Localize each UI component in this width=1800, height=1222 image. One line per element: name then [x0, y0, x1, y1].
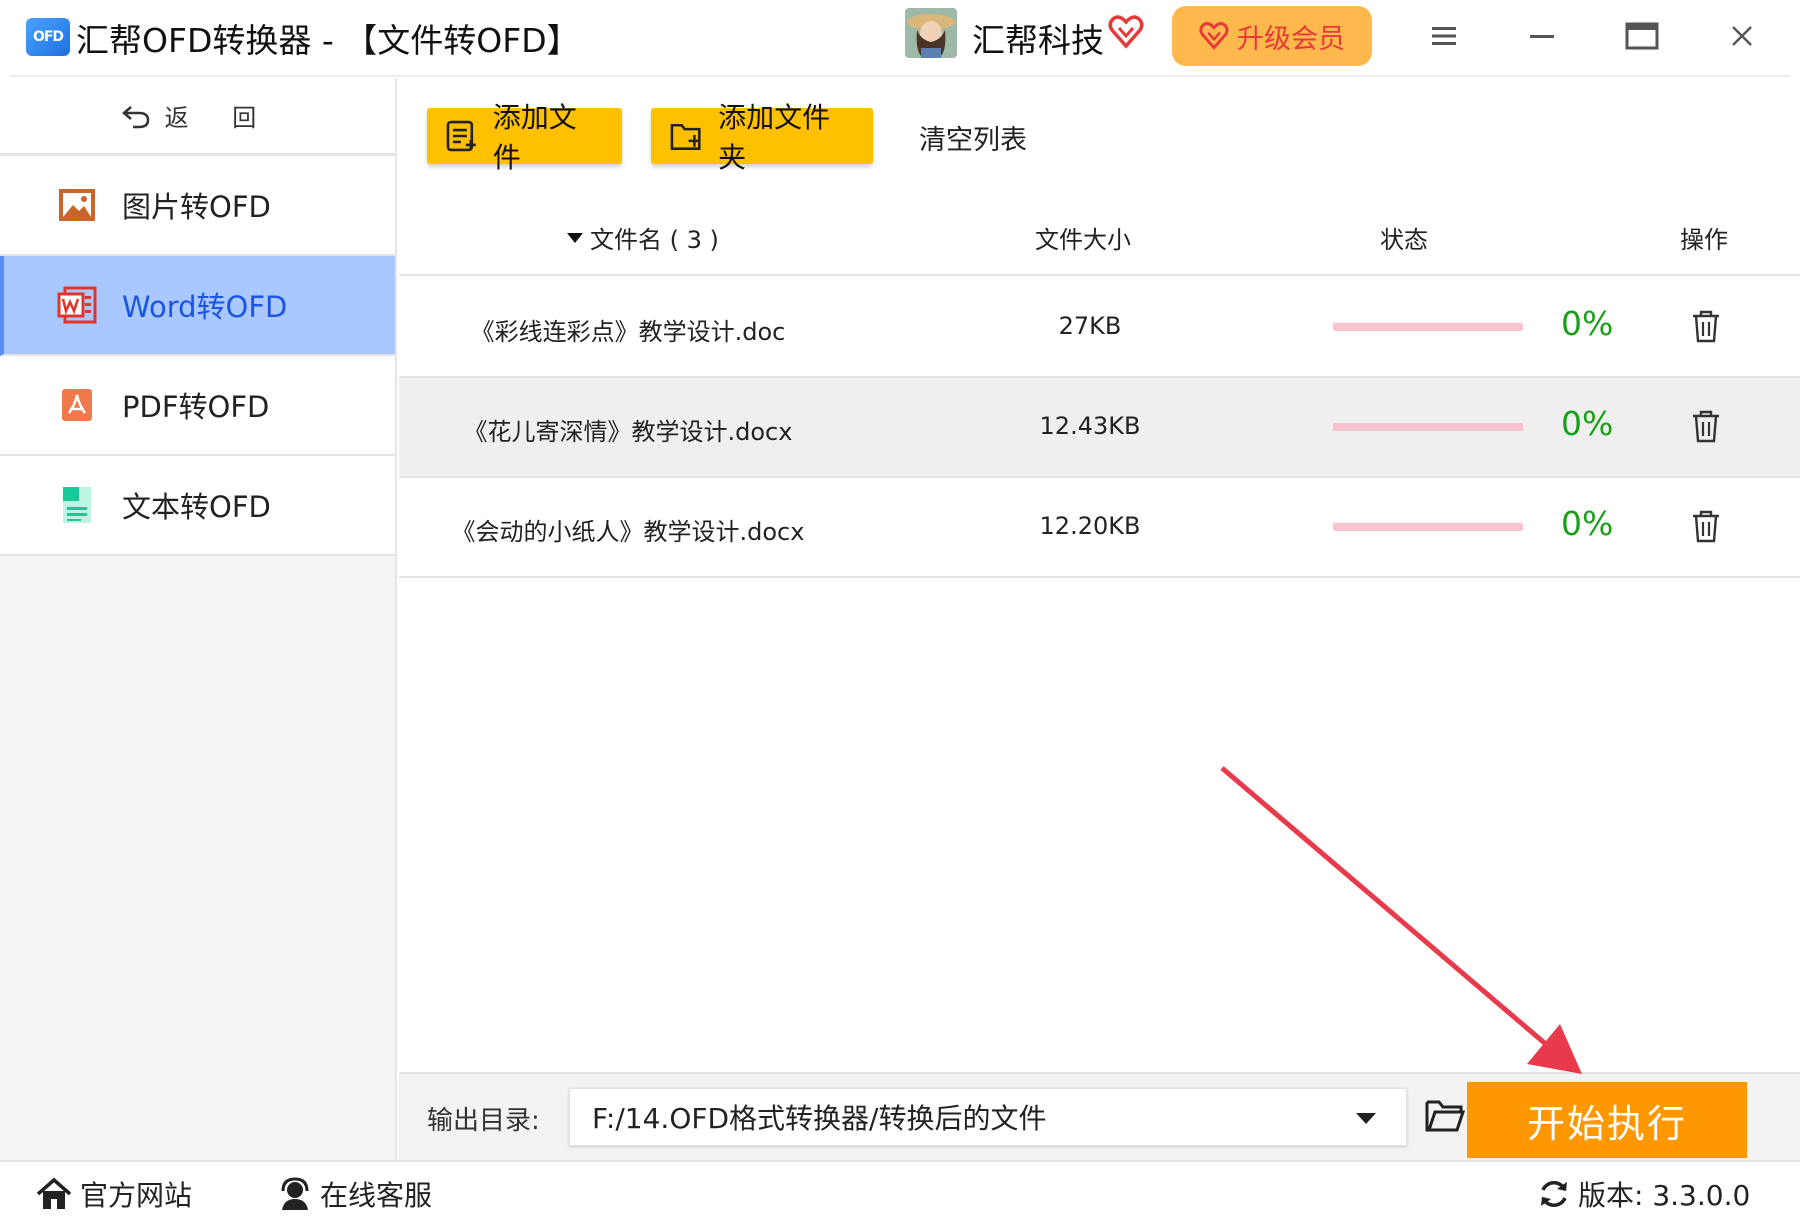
maximize-button[interactable] [1620, 16, 1664, 56]
title-bar: OFD 汇帮OFD转换器 - 【文件转OFD】 汇帮科技 升级会员 [0, 0, 1800, 77]
vip-heart-icon [1108, 15, 1144, 49]
back-button[interactable]: 返 回 [0, 78, 395, 156]
refresh-icon [1541, 1181, 1567, 1207]
add-folder-icon [670, 123, 701, 150]
progress-bar [1333, 423, 1523, 431]
output-dir-select[interactable]: F:/14.OFD格式转换器/转换后的文件 [569, 1088, 1407, 1146]
output-dir-value: F:/14.OFD格式转换器/转换后的文件 [592, 1102, 1047, 1135]
text-file-icon [56, 484, 98, 526]
output-bar: 输出目录: F:/14.OFD格式转换器/转换后的文件 开始执行 [399, 1072, 1800, 1160]
column-header-name-label: 文件名 ( 3 ) [590, 226, 719, 254]
column-header-name[interactable]: 文件名 ( 3 ) [566, 220, 719, 255]
add-file-icon [446, 120, 476, 152]
file-name: 《花儿寄深情》教学设计.docx [463, 418, 793, 446]
delete-icon[interactable] [1689, 308, 1723, 344]
version-label: 版本: 3.3.0.0 [1578, 1179, 1751, 1212]
delete-icon[interactable] [1689, 508, 1723, 544]
vip-heart-icon [1199, 22, 1229, 50]
progress-percent: 0% [1561, 504, 1614, 543]
close-icon [1732, 26, 1752, 46]
add-folder-button[interactable]: 添加文件夹 [651, 101, 873, 174]
delete-icon[interactable] [1689, 408, 1723, 444]
app-window: OFD 汇帮OFD转换器 - 【文件转OFD】 汇帮科技 升级会员 返 回 图片… [0, 0, 1800, 1222]
headset-icon [281, 1177, 309, 1210]
table-header: 文件名 ( 3 ) 文件大小 状态 操作 [399, 196, 1800, 276]
website-link[interactable]: 官方网站 [36, 1174, 192, 1214]
sidebar-item-label: 文本转OFD [122, 490, 271, 524]
file-size: 27KB [1058, 312, 1122, 340]
clear-list-button[interactable]: 清空列表 [919, 118, 1027, 157]
back-label: 返 回 [164, 104, 275, 132]
menu-icon [1432, 27, 1456, 45]
file-size: 12.43KB [1039, 412, 1141, 440]
toolbar: 添加文件 添加文件夹 清空列表 [399, 78, 1800, 188]
table-row[interactable]: 《彩线连彩点》教学设计.doc 27KB 0% [399, 278, 1800, 378]
company-name: 汇帮科技 [972, 21, 1104, 60]
image-icon [56, 184, 98, 226]
support-label: 在线客服 [320, 1179, 433, 1212]
start-button[interactable]: 开始执行 [1467, 1082, 1747, 1158]
sidebar-item-word-to-ofd[interactable]: Word转OFD [0, 256, 395, 356]
maximize-icon [1625, 22, 1659, 50]
status-bar: 官方网站 在线客服 版本: 3.3.0.0 [0, 1160, 1800, 1222]
pdf-icon [56, 384, 98, 426]
sidebar-item-label: Word转OFD [122, 290, 288, 324]
app-logo-icon: OFD [26, 18, 70, 56]
progress-percent: 0% [1561, 304, 1614, 343]
column-header-size: 文件大小 [1035, 226, 1131, 254]
column-header-action: 操作 [1680, 226, 1728, 254]
progress-percent: 0% [1561, 404, 1614, 443]
table-row[interactable]: 《会动的小纸人》教学设计.docx 12.20KB 0% [399, 478, 1800, 578]
column-header-status: 状态 [1380, 226, 1428, 254]
chevron-down-icon [1356, 1113, 1376, 1124]
sidebar-item-pdf-to-ofd[interactable]: PDF转OFD [0, 356, 395, 456]
add-file-button[interactable]: 添加文件 [427, 101, 622, 174]
sort-down-icon [567, 232, 583, 243]
version-info[interactable]: 版本: 3.3.0.0 [1538, 1174, 1750, 1214]
file-name: 《会动的小纸人》教学设计.docx [451, 518, 805, 546]
file-name: 《彩线连彩点》教学设计.doc [470, 318, 786, 346]
main-panel: 添加文件 添加文件夹 清空列表 文件名 ( 3 ) 文件大小 状态 操作 《彩线… [399, 78, 1800, 1078]
upgrade-label: 升级会员 [1237, 23, 1345, 55]
minimize-button[interactable] [1520, 16, 1564, 56]
open-folder-icon[interactable] [1423, 1092, 1467, 1138]
progress-bar [1333, 323, 1523, 331]
title-divider [10, 75, 1790, 77]
close-button[interactable] [1720, 16, 1764, 56]
progress-bar [1333, 523, 1523, 531]
word-icon [56, 284, 98, 326]
add-file-label: 添加文件 [492, 101, 577, 174]
upgrade-vip-button[interactable]: 升级会员 [1172, 6, 1372, 66]
sidebar-item-label: 图片转OFD [122, 190, 271, 224]
sidebar-item-image-to-ofd[interactable]: 图片转OFD [0, 156, 395, 256]
user-avatar[interactable] [905, 8, 957, 58]
website-label: 官方网站 [80, 1179, 193, 1212]
back-arrow-icon [121, 105, 149, 128]
sidebar-item-text-to-ofd[interactable]: 文本转OFD [0, 456, 395, 556]
menu-button[interactable] [1422, 16, 1466, 56]
sidebar: 返 回 图片转OFD Word转OFD PDF转OFD 文本转OFD [0, 78, 397, 1160]
table-row[interactable]: 《花儿寄深情》教学设计.docx 12.43KB 0% [399, 378, 1800, 478]
output-dir-label: 输出目录: [427, 1106, 540, 1136]
add-folder-label: 添加文件夹 [718, 101, 831, 174]
minimize-icon [1530, 35, 1554, 38]
app-title: 汇帮OFD转换器 - 【文件转OFD】 [76, 21, 580, 60]
support-link[interactable]: 在线客服 [278, 1174, 432, 1214]
home-icon [36, 1177, 72, 1209]
file-size: 12.20KB [1039, 512, 1141, 540]
sidebar-item-label: PDF转OFD [122, 390, 270, 424]
